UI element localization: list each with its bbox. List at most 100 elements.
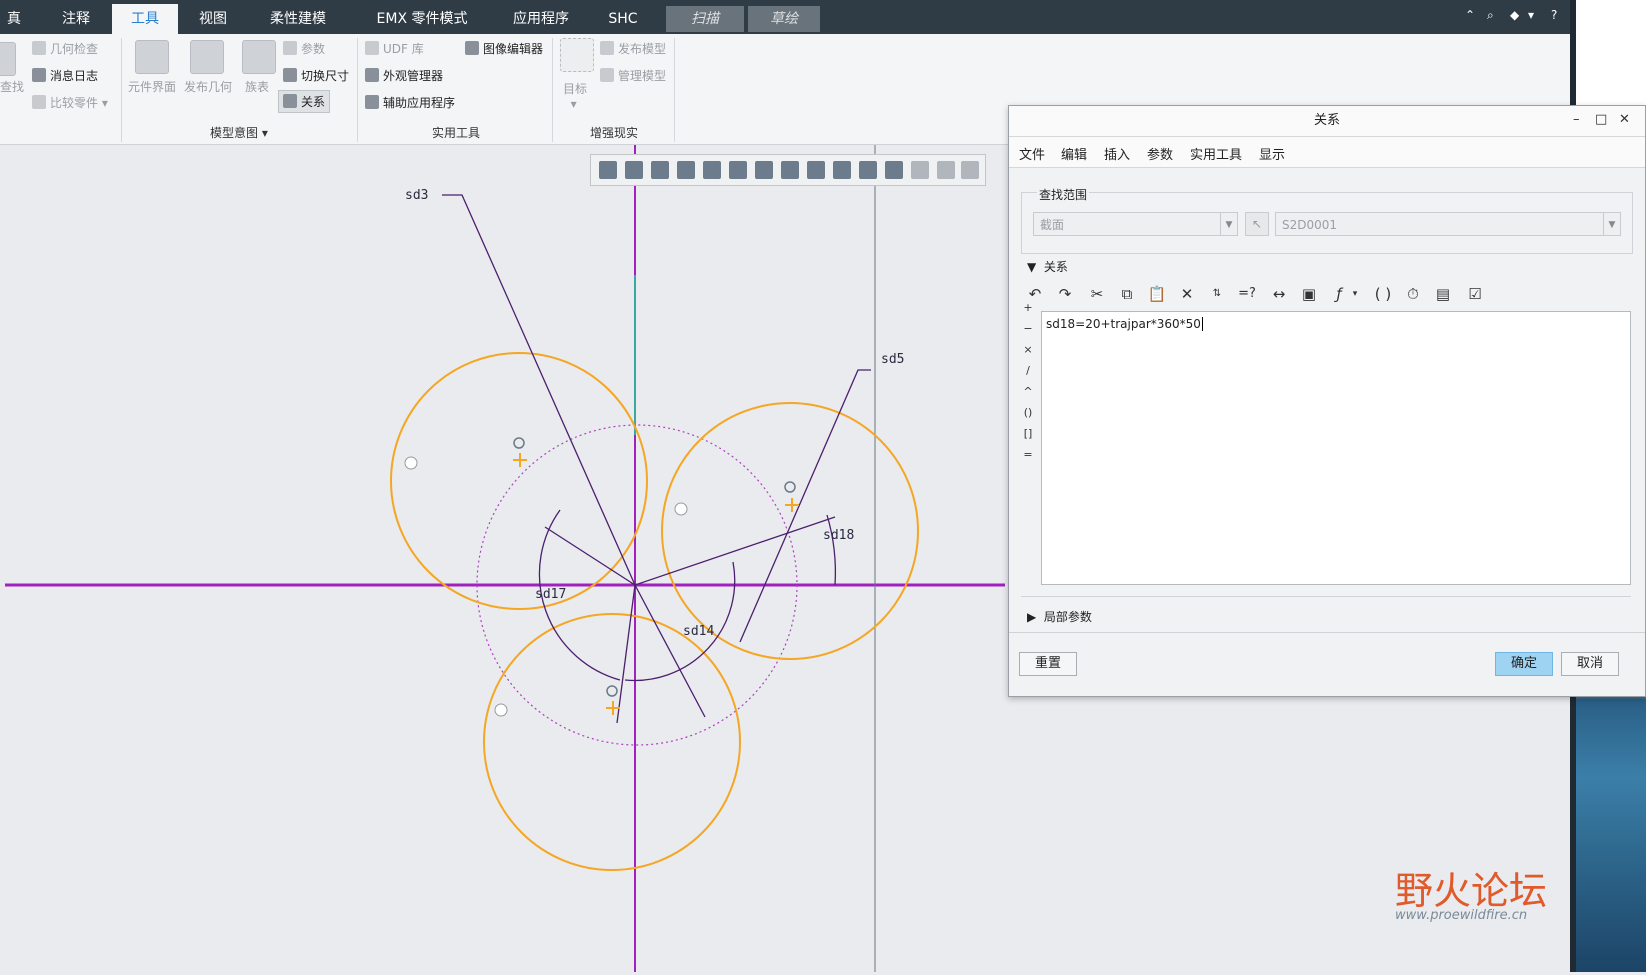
divide-operator[interactable]: / (1021, 364, 1035, 377)
menu-edit[interactable]: 编辑 (1061, 144, 1087, 163)
cut-icon[interactable]: ✂ (1087, 284, 1107, 304)
units-icon[interactable]: ▤ (1433, 284, 1453, 304)
evaluate-icon[interactable]: =? (1237, 284, 1257, 304)
geometry-check-button[interactable]: 几何检查 (32, 40, 98, 57)
appearance-manager-button[interactable]: 外观管理器 (365, 67, 443, 84)
center-cross (513, 453, 527, 467)
saved-views-icon[interactable] (729, 161, 747, 179)
tab-sketch[interactable]: 草绘 (748, 6, 820, 32)
help-icon[interactable]: ? (1551, 8, 1557, 22)
component-interface-button[interactable]: 元件界面 (128, 78, 176, 95)
perspective-icon[interactable] (781, 161, 799, 179)
local-parameters-toggle[interactable]: ▶ 局部参数 (1027, 608, 1092, 625)
dim-sd18[interactable]: sd18 (823, 528, 854, 543)
verify-icon[interactable]: ☑ (1465, 284, 1485, 304)
auxiliary-apps-button[interactable]: 辅助应用程序 (365, 94, 455, 111)
tab-simulate[interactable]: 真 (0, 6, 28, 32)
switch-dimensions-button[interactable]: 切换尺寸 (283, 67, 349, 84)
pause-icon[interactable] (937, 161, 955, 179)
scope-value-select[interactable]: S2D0001 ▼ (1275, 212, 1621, 236)
annotation-icon[interactable] (961, 161, 979, 179)
select-arrow-icon[interactable]: ↖ (1245, 212, 1269, 236)
sd5-leader (739, 369, 871, 643)
sort-icon[interactable]: ⏱ (1403, 284, 1423, 304)
equals-operator[interactable]: = (1021, 448, 1035, 461)
repaint-icon[interactable] (677, 161, 695, 179)
delete-icon[interactable]: ✕ (1177, 284, 1197, 304)
brackets-operator[interactable]: [] (1021, 427, 1035, 440)
dimension-icon[interactable]: ↔ (1269, 284, 1289, 304)
message-log-button[interactable]: 消息日志 (32, 67, 98, 84)
relations-button[interactable]: 关系 (278, 90, 331, 113)
spin-center-icon[interactable] (911, 161, 929, 179)
zoom-out-icon[interactable] (625, 161, 643, 179)
menu-utilities[interactable]: 实用工具 (1190, 144, 1242, 163)
ok-button[interactable]: 确定 (1495, 652, 1553, 676)
datum-display-icon[interactable] (833, 161, 851, 179)
minimize-ribbon-icon[interactable]: ⌃ (1465, 8, 1475, 22)
sd18-arc (826, 514, 837, 586)
multiply-operator[interactable]: × (1021, 343, 1035, 356)
search-icon[interactable]: ⌕ (1487, 8, 1494, 23)
zoom-in-icon[interactable] (599, 161, 617, 179)
scope-type-select[interactable]: 截面 ▼ (1033, 212, 1238, 236)
relations-editor[interactable]: sd18=20+trajpar*360*50 (1041, 311, 1631, 585)
manage-model-button[interactable]: 管理模型 (600, 67, 666, 84)
view-manager-icon[interactable] (755, 161, 773, 179)
component-interface-icon (135, 40, 169, 74)
maximize-icon[interactable]: □ (1595, 112, 1607, 127)
sketch-orient-icon[interactable] (859, 161, 877, 179)
relations-section-toggle[interactable]: ▼ 关系 (1027, 258, 1068, 275)
tab-flexible-modeling[interactable]: 柔性建模 (258, 6, 338, 32)
menu-insert[interactable]: 插入 (1104, 144, 1130, 163)
dim-sd17[interactable]: sd17 (535, 587, 566, 602)
hat-icon[interactable]: ◆ (1510, 8, 1519, 22)
parentheses-operator[interactable]: () (1021, 406, 1035, 419)
tab-emx-part-mode[interactable]: EMX 零件模式 (356, 6, 488, 32)
tab-view[interactable]: 视图 (190, 6, 236, 32)
tab-sweep[interactable]: 扫描 (666, 6, 744, 32)
value-switch-icon[interactable]: ⇅ (1207, 284, 1227, 304)
parentheses-icon[interactable]: ( ) (1373, 284, 1393, 304)
appearance-manager-icon (365, 68, 379, 82)
minimize-icon[interactable]: – (1573, 112, 1580, 127)
reset-button[interactable]: 重置 (1019, 652, 1077, 676)
tab-annotate[interactable]: 注释 (48, 6, 104, 32)
model-intent-group-label[interactable]: 模型意图 ▾ (210, 124, 268, 141)
paste-icon[interactable]: 📋 (1147, 284, 1167, 304)
menu-display[interactable]: 显示 (1259, 144, 1285, 163)
display-style-icon[interactable] (703, 161, 721, 179)
publish-model-button[interactable]: 发布模型 (600, 40, 666, 57)
tab-tools[interactable]: 工具 (112, 4, 178, 34)
target-button[interactable]: 目标 ▾ (563, 80, 587, 111)
close-icon[interactable]: ✕ (1619, 112, 1630, 127)
menu-parameters[interactable]: 参数 (1147, 144, 1173, 163)
publish-geometry-button[interactable]: 发布几何 (184, 78, 232, 95)
dim-sd5[interactable]: sd5 (881, 352, 904, 367)
sketcher-display-icon[interactable] (885, 161, 903, 179)
redo-icon[interactable]: ↷ (1055, 284, 1075, 304)
tab-shc[interactable]: SHC (598, 6, 648, 32)
chevron-down-icon[interactable]: ▾ (1528, 8, 1534, 22)
family-table-button[interactable]: 族表 (245, 78, 269, 95)
copy-icon[interactable]: ⧉ (1117, 284, 1137, 304)
udf-library-button[interactable]: UDF 库 (365, 40, 424, 57)
power-operator[interactable]: ^ (1021, 385, 1035, 398)
sd14-line (634, 584, 706, 718)
compare-part-button[interactable]: 比较零件 ▾ (32, 94, 108, 111)
dim-sd14[interactable]: sd14 (683, 624, 714, 639)
cancel-button[interactable]: 取消 (1561, 652, 1619, 676)
plus-operator[interactable]: + (1021, 301, 1035, 314)
parameters-button[interactable]: 参数 (283, 40, 325, 57)
tab-applications[interactable]: 应用程序 (502, 6, 580, 32)
chevron-down-icon[interactable]: ▾ (1345, 284, 1365, 304)
image-editor-button[interactable]: 图像编辑器 (465, 40, 543, 57)
section-icon[interactable] (807, 161, 825, 179)
minus-operator[interactable]: − (1021, 322, 1035, 335)
select-dimension-icon[interactable]: ▣ (1299, 284, 1319, 304)
menu-file[interactable]: 文件 (1019, 144, 1045, 163)
cloud-icon (600, 41, 614, 55)
find-button[interactable]: 查找 (0, 78, 24, 95)
refit-icon[interactable] (651, 161, 669, 179)
dim-sd3[interactable]: sd3 (405, 188, 428, 203)
